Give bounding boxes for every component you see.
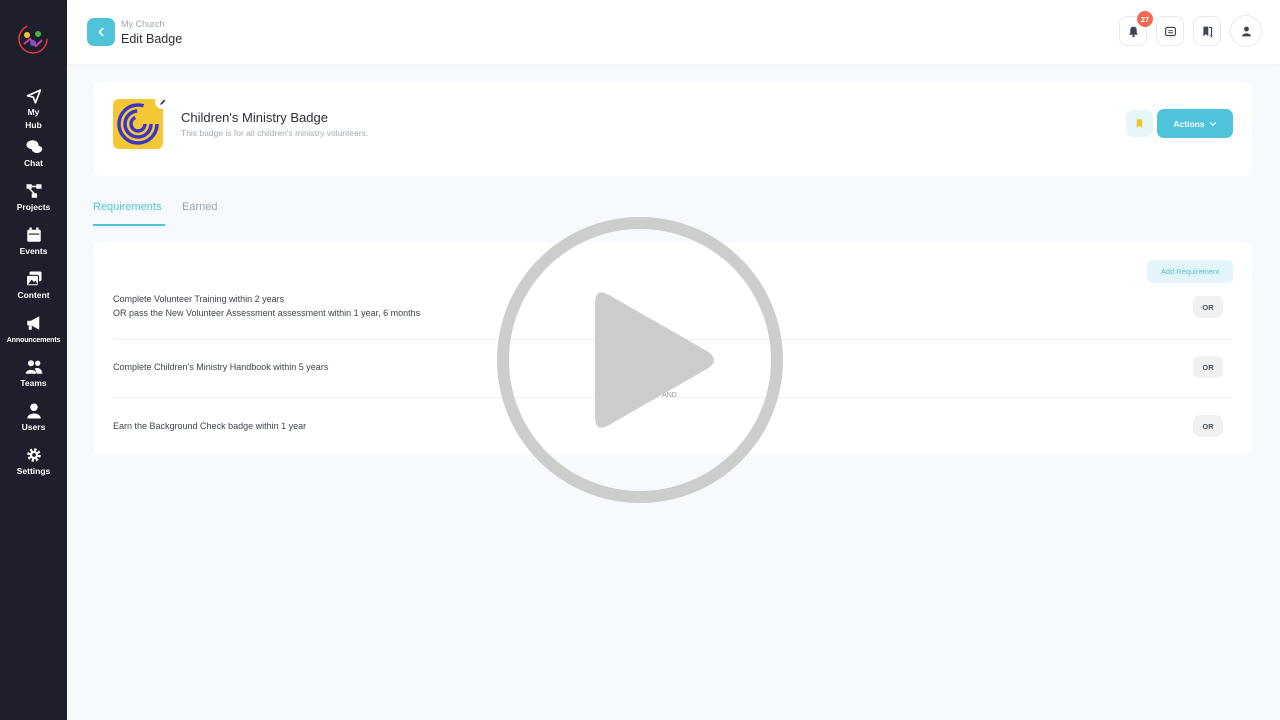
badges-button[interactable] [1193, 16, 1221, 46]
sidebar-item-label: Teams [20, 378, 47, 388]
or-button[interactable]: OR [1193, 356, 1223, 378]
sidebar-item-settings[interactable]: Settings [0, 446, 67, 490]
sidebar-item-label: Settings [16, 466, 51, 476]
play-icon [497, 217, 783, 503]
calendar-icon [26, 227, 41, 242]
badge-description: This badge is for all children's ministr… [181, 128, 369, 138]
add-requirement-button[interactable]: Add Requirement [1147, 260, 1233, 283]
sidebar-item-label: Events [19, 246, 48, 256]
sidebar-item-my-hub[interactable]: My Hub [0, 88, 67, 132]
sidebar-item-label: My Hub [25, 107, 42, 130]
team-icon [25, 360, 42, 374]
projects-icon [26, 184, 41, 198]
sidebar: My Hub Chat Projects Events Content Anno… [0, 0, 67, 720]
bookmark-button[interactable] [1126, 110, 1153, 137]
actions-dropdown-button[interactable]: Actions [1157, 109, 1233, 138]
bell-icon [1128, 26, 1138, 37]
sidebar-item-label: Users [21, 422, 46, 432]
notification-count-badge: 27 [1137, 11, 1153, 27]
gear-icon [26, 448, 41, 462]
sidebar-item-content[interactable]: Content [0, 270, 67, 314]
spiral-target-icon [117, 103, 159, 145]
or-button[interactable]: OR [1193, 415, 1223, 437]
sidebar-item-label: Projects [16, 202, 51, 212]
badge-name: Children's Ministry Badge [181, 110, 328, 125]
sidebar-item-label: Content [17, 290, 50, 300]
or-button[interactable]: OR [1193, 296, 1223, 318]
video-play-button[interactable] [495, 215, 785, 505]
top-header: My Church Edit Badge 27 [67, 0, 1280, 64]
chevron-down-icon [1209, 121, 1216, 126]
tab-earned[interactable]: Earned [182, 201, 217, 213]
sidebar-item-announcements[interactable]: Announcements [0, 314, 67, 358]
message-icon [1164, 26, 1176, 36]
page-title: Edit Badge [121, 32, 183, 46]
paper-plane-icon [26, 89, 41, 104]
images-icon [25, 271, 41, 287]
chevron-left-icon [98, 27, 104, 37]
megaphone-icon [26, 316, 39, 330]
user-avatar[interactable] [1230, 15, 1262, 47]
notifications-button[interactable]: 27 [1119, 11, 1153, 46]
header-actions: 27 [1119, 11, 1262, 47]
badge-image[interactable] [113, 99, 163, 149]
badge-summary-card: Children's Ministry Badge This badge is … [94, 82, 1252, 176]
messages-button[interactable] [1156, 16, 1184, 46]
chat-bubbles-icon [26, 140, 42, 153]
breadcrumb[interactable]: My Church [121, 19, 165, 29]
church-logo[interactable] [16, 22, 50, 56]
sidebar-item-teams[interactable]: Teams [0, 358, 67, 402]
bookmark-icon [1136, 119, 1143, 129]
user-icon [26, 403, 41, 419]
active-tab-indicator [93, 224, 165, 226]
sidebar-item-label: Announcements [6, 335, 61, 344]
sidebar-item-label: Chat [24, 158, 43, 168]
back-button[interactable] [87, 18, 115, 46]
actions-label: Actions [1173, 118, 1205, 129]
user-icon [1241, 26, 1251, 36]
sidebar-item-users[interactable]: Users [0, 402, 67, 446]
tab-requirements[interactable]: Requirements [93, 201, 161, 213]
sidebar-item-chat[interactable]: Chat [0, 138, 67, 176]
bookmarks-icon [1202, 26, 1212, 38]
edit-image-button[interactable] [155, 94, 170, 109]
sidebar-item-events[interactable]: Events [0, 226, 67, 270]
sidebar-item-projects[interactable]: Projects [0, 182, 67, 226]
sidebar-nav: My Hub Chat Projects Events Content Anno… [0, 88, 67, 490]
pencil-icon [159, 99, 165, 105]
